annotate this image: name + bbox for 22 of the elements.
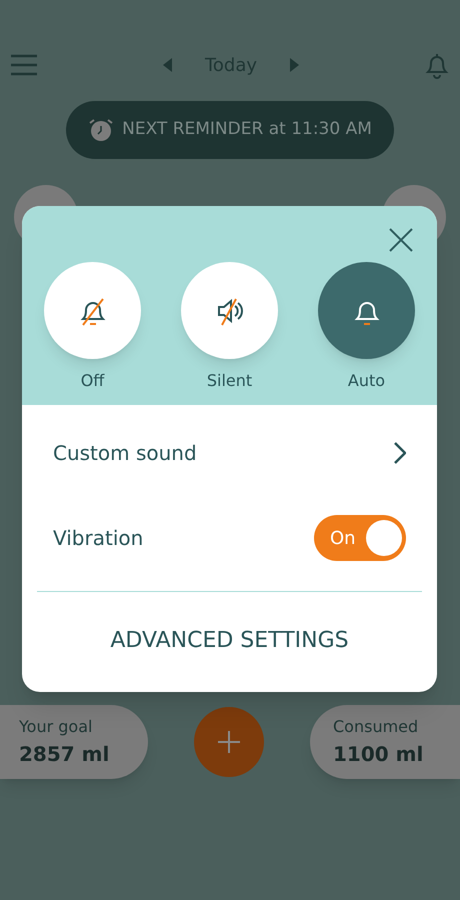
goal-label: Your goal — [19, 716, 94, 738]
mode-label: Auto — [348, 370, 386, 392]
chevron-right-icon[interactable] — [394, 442, 406, 464]
toggle-knob — [366, 520, 402, 556]
mode-label: Silent — [206, 370, 252, 392]
close-button[interactable] — [387, 226, 415, 254]
toggle-state-text: On — [329, 526, 357, 550]
alarm-clock-icon — [88, 118, 114, 142]
goal-value: 2857 ml — [19, 741, 110, 768]
consumed-value: 1100 ml — [333, 741, 424, 768]
reminder-text: NEXT REMINDER at 11:30 AM — [122, 118, 372, 142]
bell-icon[interactable] — [424, 51, 450, 79]
plus-icon — [218, 731, 240, 753]
previous-day-icon[interactable] — [162, 58, 173, 72]
menu-icon[interactable] — [10, 53, 38, 77]
custom-sound-label[interactable]: Custom sound — [53, 438, 197, 468]
mode-label: Off — [80, 370, 104, 392]
next-day-icon[interactable] — [289, 58, 300, 72]
vibration-label: Vibration — [53, 525, 144, 552]
consumed-label: Consumed — [333, 716, 420, 738]
advanced-settings-button[interactable]: ADVANCED SETTINGS — [110, 624, 349, 657]
close-icon — [389, 228, 413, 252]
